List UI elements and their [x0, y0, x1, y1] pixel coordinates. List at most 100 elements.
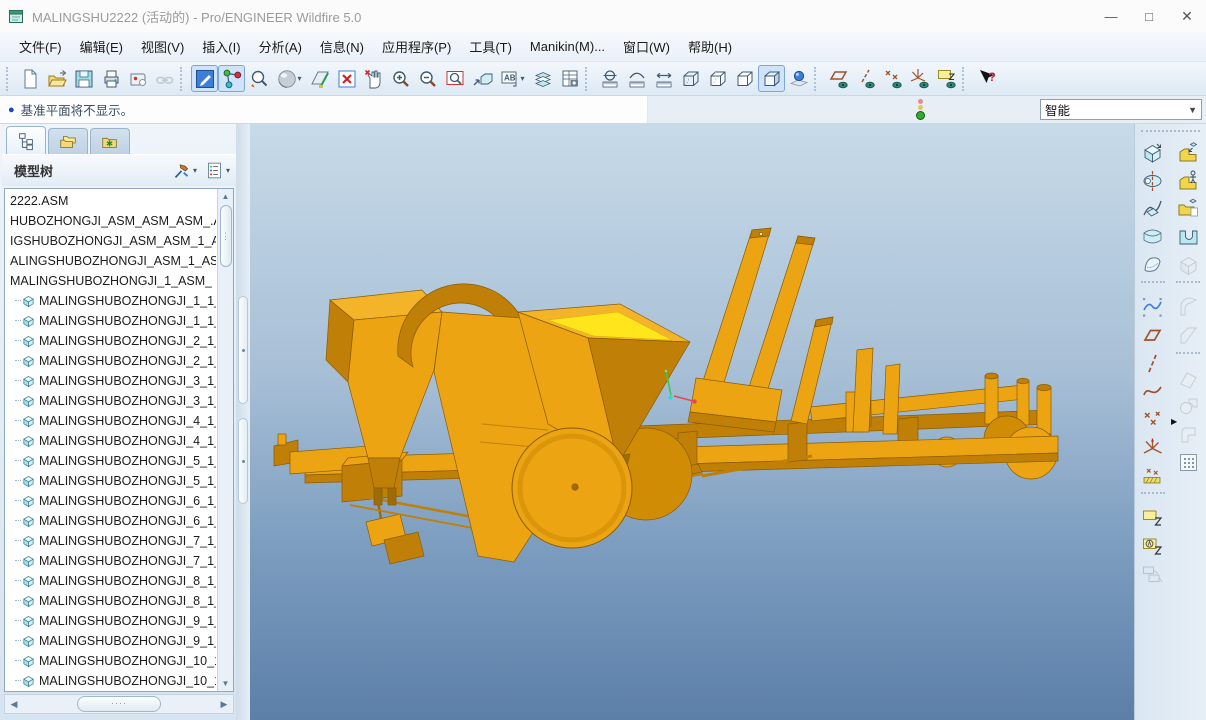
minimize-button[interactable]: —: [1092, 3, 1130, 29]
scroll-right-icon[interactable]: ▶: [215, 699, 233, 710]
round-tool[interactable]: [1174, 293, 1202, 321]
view-manager-button[interactable]: [556, 65, 583, 92]
hidden-line-button[interactable]: [704, 65, 731, 92]
tree-item[interactable]: MALINGSHUBOZHONGJI_10_1: [5, 671, 216, 691]
trim-tool[interactable]: [1174, 392, 1202, 420]
toolbar-gripper[interactable]: [1141, 130, 1200, 134]
tree-item[interactable]: IGSHUBOZHONGJI_ASM_ASM_1_AS: [5, 231, 216, 251]
tree-item[interactable]: MALINGSHUBOZHONGJI_9_1_: [5, 611, 216, 631]
reorient-button[interactable]: [468, 65, 495, 92]
insert-link-button[interactable]: [151, 65, 178, 92]
print-button[interactable]: [97, 65, 124, 92]
tree-item[interactable]: ALINGSHUBOZHONGJI_ASM_1_ASM: [5, 251, 216, 271]
3d-model-potato-planter[interactable]: [250, 124, 1134, 720]
menu-view[interactable]: 视图(V): [132, 33, 193, 60]
boundary-blend-tool[interactable]: [1139, 222, 1167, 250]
context-help-button[interactable]: [973, 65, 1000, 92]
find-button[interactable]: [245, 65, 272, 92]
revolve-tool[interactable]: [1139, 166, 1167, 194]
tree-item[interactable]: MALINGSHUBOZHONGJI_8_1_: [5, 591, 216, 611]
annotations-toggle[interactable]: [933, 65, 960, 92]
model-tree-tab[interactable]: [6, 126, 46, 154]
zoom-in-button[interactable]: [387, 65, 414, 92]
wireframe-button[interactable]: [677, 65, 704, 92]
shell-tool[interactable]: [1174, 250, 1202, 278]
annotation-display-button[interactable]: [495, 65, 529, 92]
send-email-button[interactable]: [124, 65, 151, 92]
extend-tool[interactable]: [1174, 420, 1202, 448]
scroll-up-icon[interactable]: ▲: [219, 189, 233, 204]
selection-filter-button[interactable]: [191, 65, 218, 92]
tree-item[interactable]: MALINGSHUBOZHONGJI_5_1_: [5, 471, 216, 491]
sketch-tool[interactable]: [1139, 293, 1167, 321]
graphics-viewport[interactable]: [250, 124, 1134, 720]
coordinate-system-tool[interactable]: [1139, 433, 1167, 461]
extrude-tool[interactable]: [1139, 138, 1167, 166]
tree-item[interactable]: MALINGSHUBOZHONGJI_6_1_: [5, 511, 216, 531]
tree-columns-button[interactable]: [205, 161, 230, 180]
tree-item[interactable]: MALINGSHUBOZHONGJI_6_1_: [5, 491, 216, 511]
tree-horizontal-scrollbar[interactable]: ◀ ▶: [4, 694, 234, 714]
tree-vscroll-thumb[interactable]: [220, 205, 232, 267]
tree-filters-button[interactable]: [172, 161, 197, 180]
splitter-sash-handle[interactable]: [238, 296, 248, 404]
tree-item[interactable]: MALINGSHUBOZHONGJI_3_1_: [5, 391, 216, 411]
measure-distance-button[interactable]: [650, 65, 677, 92]
title-bar[interactable]: MALINGSHU2222 (活动的) - Pro/ENGINEER Wildf…: [0, 0, 1206, 32]
refit-button[interactable]: [441, 65, 468, 92]
tree-item[interactable]: MALINGSHUBOZHONGJI_2_1_: [5, 331, 216, 351]
tree-item[interactable]: MALINGSHUBOZHONGJI_4_1_: [5, 431, 216, 451]
annotation-review-tool[interactable]: [1139, 560, 1167, 588]
tree-item[interactable]: MALINGSHUBOZHONGJI_4_1_: [5, 411, 216, 431]
regeneration-status-icon[interactable]: [914, 99, 926, 120]
no-hidden-button[interactable]: [731, 65, 758, 92]
menu-insert[interactable]: 插入(I): [193, 33, 249, 60]
save-button[interactable]: [70, 65, 97, 92]
tree-item[interactable]: MALINGSHUBOZHONGJI_3_1_: [5, 371, 216, 391]
cancel-button[interactable]: [360, 65, 387, 92]
menu-edit[interactable]: 编辑(E): [71, 33, 132, 60]
scroll-left-icon[interactable]: ◀: [5, 699, 23, 710]
datum-plane-tool[interactable]: [1139, 321, 1167, 349]
chamfer-tool[interactable]: [1174, 321, 1202, 349]
measure-arc-button[interactable]: [623, 65, 650, 92]
measure-diameter-button[interactable]: [596, 65, 623, 92]
tree-item[interactable]: MALINGSHUBOZHONGJI_7_1_: [5, 531, 216, 551]
tree-hscroll-thumb[interactable]: [77, 696, 161, 712]
menu-help[interactable]: 帮助(H): [679, 33, 741, 60]
include-component-button[interactable]: [1174, 194, 1202, 222]
appearance-gallery-button[interactable]: [272, 65, 306, 92]
menu-manikin[interactable]: Manikin(M)...: [521, 35, 614, 58]
sweep-tool[interactable]: [1139, 194, 1167, 222]
splitter-sash-handle[interactable]: [238, 418, 248, 504]
menu-info[interactable]: 信息(N): [311, 33, 373, 60]
tree-item[interactable]: HUBOZHONGJI_ASM_ASM_ASM_.A: [5, 211, 216, 231]
open-button[interactable]: [43, 65, 70, 92]
draft-tool[interactable]: [1174, 364, 1202, 392]
datum-points-toggle[interactable]: [879, 65, 906, 92]
datum-csys-toggle[interactable]: [906, 65, 933, 92]
close-button[interactable]: ✕: [1168, 3, 1206, 29]
maximize-button[interactable]: □: [1130, 3, 1168, 29]
delete-button[interactable]: [333, 65, 360, 92]
tree-item[interactable]: MALINGSHUBOZHONGJI_1_1_: [5, 291, 216, 311]
tree-item[interactable]: MALINGSHUBOZHONGJI_2_1_: [5, 351, 216, 371]
style-tool[interactable]: [1139, 250, 1167, 278]
datum-planes-toggle[interactable]: [825, 65, 852, 92]
repaint-button[interactable]: [306, 65, 333, 92]
model-tree-toggle-button[interactable]: [218, 65, 245, 92]
menu-tools[interactable]: 工具(T): [460, 33, 521, 60]
menu-window[interactable]: 窗口(W): [614, 33, 679, 60]
datum-curve-tool[interactable]: [1139, 377, 1167, 405]
menu-analysis[interactable]: 分析(A): [250, 33, 311, 60]
tree-item[interactable]: 2222.ASM: [5, 191, 216, 211]
pattern-tool[interactable]: [1174, 448, 1202, 476]
datum-point-tool[interactable]: [1139, 405, 1167, 433]
datum-axes-toggle[interactable]: [852, 65, 879, 92]
enhanced-realism-button[interactable]: [785, 65, 812, 92]
datum-axis-tool[interactable]: [1139, 349, 1167, 377]
menu-applications[interactable]: 应用程序(P): [373, 33, 460, 60]
tree-item[interactable]: MALINGSHUBOZHONGJI_1_1_: [5, 311, 216, 331]
flyout-arrow-icon[interactable]: ▶: [1171, 417, 1177, 426]
datum-target-tool[interactable]: [1139, 461, 1167, 489]
